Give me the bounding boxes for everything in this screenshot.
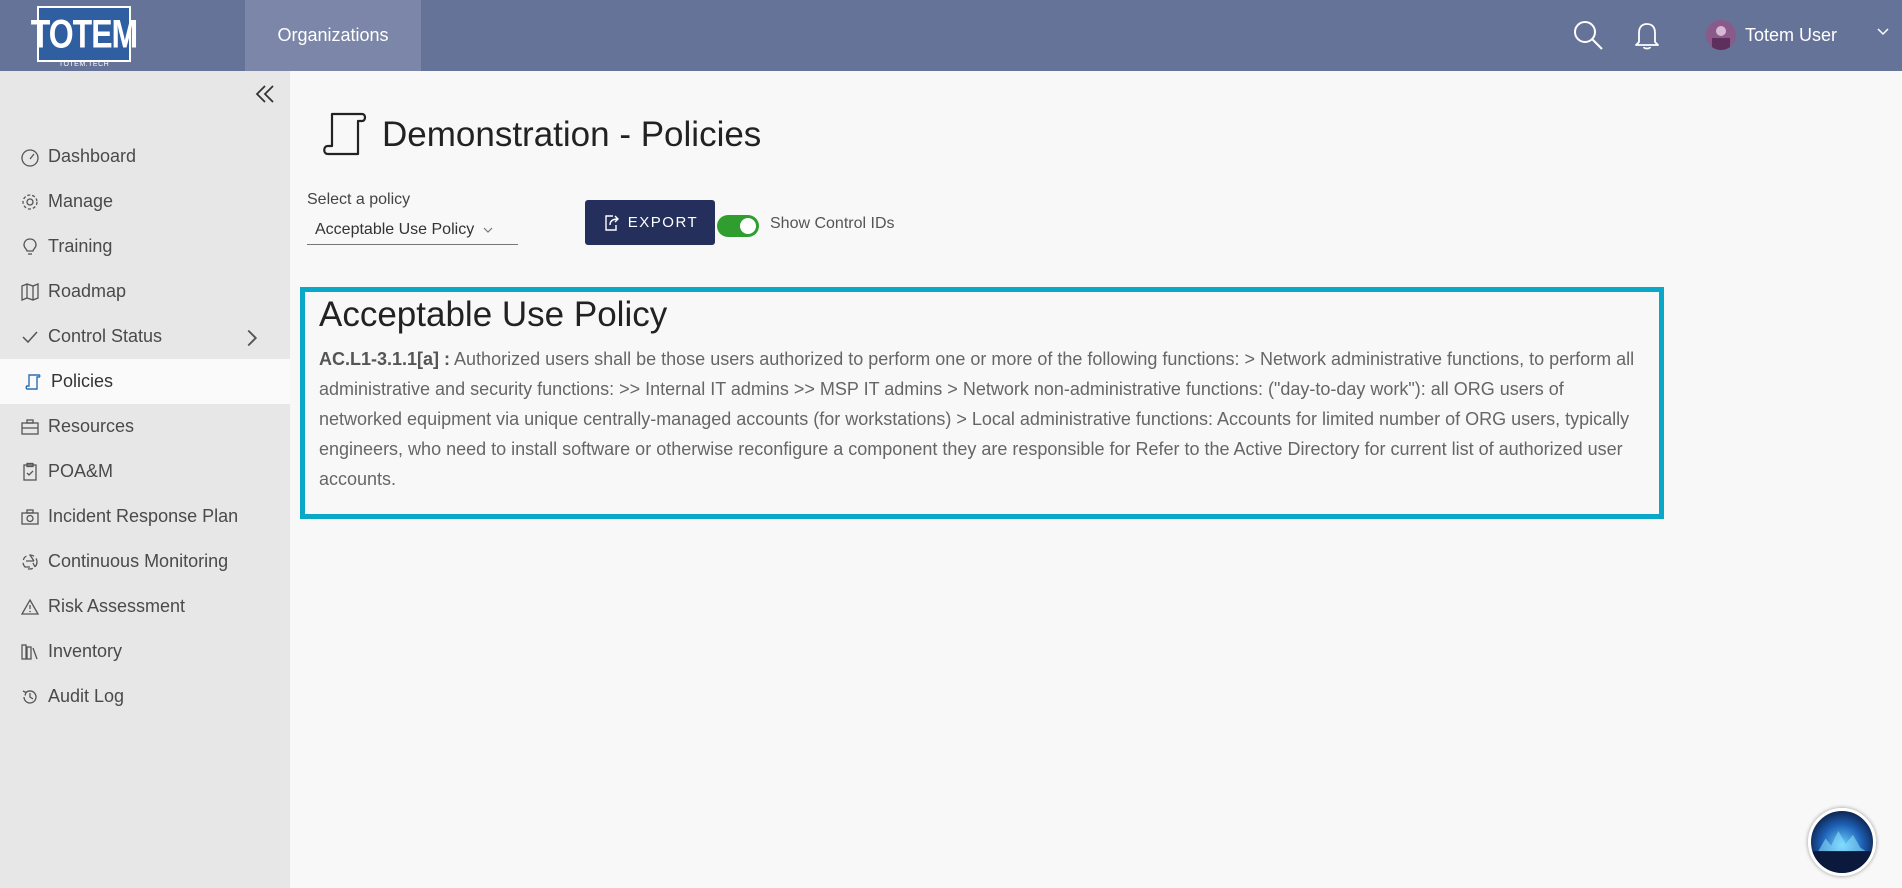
logo-box: TOTEM [31, 6, 138, 62]
sidebar-item-label: Inventory [48, 641, 123, 661]
user-name: Totem User [1745, 24, 1838, 45]
show-control-ids-label: Show Control IDs [770, 215, 895, 232]
avatar [1706, 20, 1736, 50]
scroll-icon [323, 112, 367, 156]
sidebar-item-manage[interactable]: Manage [0, 179, 290, 224]
page-title: Demonstration - Policies [318, 108, 761, 162]
policy-select[interactable]: Acceptable Use Policy [307, 216, 518, 245]
policy-select-value: Acceptable Use Policy [315, 221, 475, 238]
chat-assistant-button[interactable] [1808, 808, 1876, 876]
check-icon [22, 330, 38, 343]
sidebar-item-training[interactable]: Training [0, 224, 290, 269]
sidebar-nav: Dashboard Manage Training Roadmap Contro… [0, 134, 290, 719]
collapse-sidebar-icon[interactable] [254, 83, 276, 105]
sidebar-item-dashboard[interactable]: Dashboard [0, 134, 290, 179]
sidebar-item-inventory[interactable]: Inventory [0, 629, 290, 674]
sidebar-item-label: Training [48, 236, 113, 256]
user-menu[interactable]: Totem User [1706, 16, 1837, 54]
sidebar-item-policies[interactable]: Policies [0, 359, 290, 404]
gauge-icon [21, 148, 39, 167]
sidebar-item-control-status[interactable]: Control Status [0, 314, 290, 359]
recycle-icon [22, 553, 38, 570]
sidebar-item-label: Manage [48, 191, 114, 211]
scroll-icon [25, 373, 41, 390]
sidebar-item-risk-assessment[interactable]: Risk Assessment [0, 584, 290, 629]
top-bar: TOTEM TOTEM.TECH Organizations Totem Use… [0, 0, 1902, 71]
aurora-icon [1811, 831, 1873, 873]
sidebar-item-audit-log[interactable]: Audit Log [0, 674, 290, 719]
show-control-ids-toggle[interactable] [717, 215, 759, 237]
policy-text: AC.L1-3.1.1[a] : Authorized users shall … [319, 344, 1645, 494]
sidebar: Dashboard Manage Training Roadmap Contro… [0, 71, 290, 888]
sidebar-item-continuous-monitoring[interactable]: Continuous Monitoring [0, 539, 290, 584]
sidebar-item-roadmap[interactable]: Roadmap [0, 269, 290, 314]
sidebar-item-label: Continuous Monitoring [48, 551, 229, 571]
clipboard-icon [23, 462, 37, 481]
policy-select-label: Select a policy [307, 191, 411, 208]
sidebar-item-poam[interactable]: POA&M [0, 449, 290, 494]
sidebar-item-resources[interactable]: Resources [0, 404, 290, 449]
logo-subtitle: TOTEM.TECH [58, 61, 110, 68]
policy-body: Authorized users shall be those users au… [319, 349, 1635, 489]
search-icon[interactable] [1571, 18, 1605, 52]
page-title-text: Demonstration - Policies [382, 115, 762, 154]
toggle-knob [740, 218, 756, 234]
toolbox-icon [21, 418, 39, 435]
sidebar-item-label: Resources [48, 416, 135, 436]
sidebar-item-incident-response-plan[interactable]: Incident Response Plan [0, 494, 290, 539]
camera-icon [21, 508, 39, 525]
books-icon [21, 643, 38, 660]
control-id: AC.L1-3.1.1[a] : [319, 349, 451, 369]
bell-icon[interactable] [1630, 18, 1664, 52]
chevron-right-icon[interactable] [242, 328, 262, 348]
sidebar-item-label: Control Status [48, 326, 163, 346]
policy-content: Acceptable Use Policy AC.L1-3.1.1[a] : A… [300, 287, 1664, 519]
history-icon [22, 689, 37, 704]
lightbulb-icon [23, 237, 37, 255]
sidebar-item-label: Dashboard [48, 146, 137, 166]
export-label: EXPORT [627, 214, 699, 231]
policy-title: Acceptable Use Policy [319, 295, 668, 334]
map-icon [21, 282, 39, 301]
sidebar-item-label: Policies [51, 371, 114, 391]
totem-logo[interactable]: TOTEM TOTEM.TECH [31, 6, 138, 70]
tab-organizations[interactable]: Organizations [245, 0, 421, 71]
sidebar-item-label: Incident Response Plan [48, 506, 239, 526]
warning-icon [20, 598, 40, 615]
export-icon [605, 214, 619, 231]
sidebar-item-label: Audit Log [48, 686, 125, 706]
sidebar-item-label: Roadmap [48, 281, 127, 301]
sidebar-item-label: POA&M [48, 461, 114, 481]
chevron-down-icon[interactable] [1876, 24, 1890, 38]
logo-word: TOTEM [30, 10, 138, 56]
sidebar-item-label: Risk Assessment [48, 596, 186, 616]
chevron-down-icon [483, 227, 493, 233]
gear-icon [22, 193, 38, 210]
export-button[interactable]: EXPORT [585, 200, 715, 245]
